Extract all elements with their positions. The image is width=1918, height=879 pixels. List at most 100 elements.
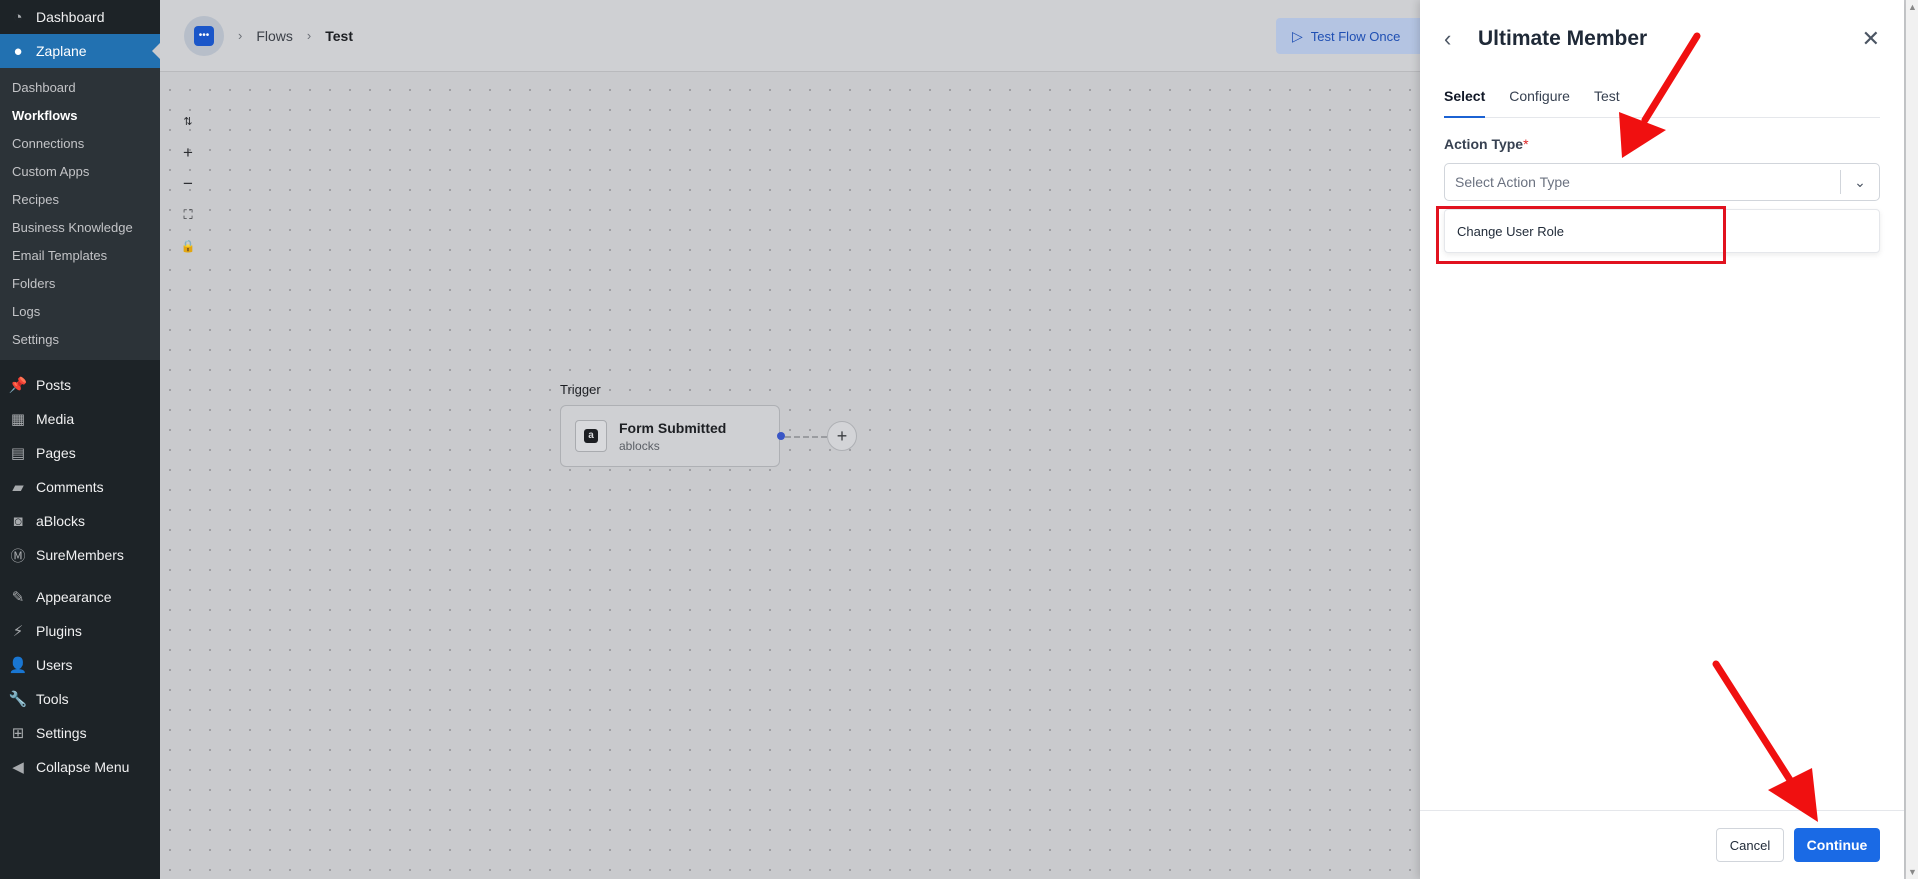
page-scrollbar[interactable]: ▲ ▼	[1906, 0, 1918, 879]
submenu-email-templates[interactable]: Email Templates	[0, 242, 160, 270]
play-icon: ▷	[1292, 27, 1303, 44]
flow-topbar: ••• › Flows › Test ▷ Test Flow Once	[160, 0, 1426, 72]
zaplane-icon: ●	[13, 42, 23, 60]
collapse-icon: ◀	[12, 759, 24, 776]
action-type-placeholder: Select Action Type	[1455, 174, 1570, 190]
wp-menu-settings[interactable]: ⊞ Settings	[0, 716, 160, 750]
ablocks-icon: ◙	[13, 512, 23, 530]
submenu-logs[interactable]: Logs	[0, 298, 160, 326]
submenu-workflows[interactable]: Workflows	[0, 102, 160, 130]
wp-menu-posts[interactable]: 📌 Posts	[0, 368, 160, 402]
brush-icon: ✎	[11, 589, 25, 606]
suremembers-icon: Ⓜ	[10, 547, 26, 565]
panel-tabs: Select Configure Test	[1444, 84, 1880, 118]
breadcrumb-current: Test	[325, 27, 353, 44]
user-icon: 👤	[8, 657, 28, 674]
plus-icon: +	[836, 425, 848, 446]
cancel-button[interactable]: Cancel	[1716, 828, 1784, 862]
trigger-subtitle: ablocks	[619, 438, 660, 453]
wp-menu-dashboard[interactable]: ◔ Dashboard	[0, 0, 160, 34]
chevron-right-icon: ›	[306, 28, 312, 43]
panel-footer: Cancel Continue	[1420, 810, 1904, 879]
submenu-dashboard[interactable]: Dashboard	[0, 74, 160, 102]
wp-menu-comments[interactable]: ▰ Comments	[0, 470, 160, 504]
wp-menu-ablocks[interactable]: ◙ aBlocks	[0, 504, 160, 538]
wp-menu-label: SureMembers	[36, 547, 124, 563]
action-type-label-text: Action Type	[1444, 136, 1524, 152]
chevron-left-icon[interactable]: ‹	[1444, 26, 1468, 52]
action-type-label: Action Type*	[1444, 136, 1529, 152]
ablocks-icon: a	[575, 420, 607, 452]
canvas-tools: ⇅ + − ⛶ 🔒	[178, 106, 198, 261]
scroll-down-icon[interactable]: ▼	[1908, 867, 1917, 877]
test-flow-once-button[interactable]: ▷ Test Flow Once	[1276, 18, 1426, 54]
swap-direction-icon[interactable]: ⇅	[183, 106, 192, 137]
tab-select[interactable]: Select	[1444, 84, 1486, 118]
tab-test[interactable]: Test	[1594, 84, 1620, 118]
wp-menu-label: Media	[36, 411, 75, 427]
wp-menu-media[interactable]: ▦ Media	[0, 402, 160, 436]
wp-menu-collapse[interactable]: ◀ Collapse Menu	[0, 750, 160, 784]
wrench-icon: 🔧	[8, 691, 28, 708]
required-mark: *	[1523, 136, 1529, 152]
wp-menu-label: Appearance	[36, 589, 112, 605]
wp-menu-label: Posts	[36, 377, 72, 393]
trigger-node[interactable]: a Form Submitted ablocks	[560, 405, 780, 467]
wp-menu-plugins[interactable]: ⚡ Plugins	[0, 614, 160, 648]
wp-menu-label: Comments	[36, 479, 104, 495]
fit-view-icon[interactable]: ⛶	[183, 199, 192, 230]
zoom-in-icon[interactable]: +	[183, 137, 193, 168]
submenu-custom-apps[interactable]: Custom Apps	[0, 158, 160, 186]
continue-button[interactable]: Continue	[1794, 828, 1880, 862]
chevron-down-icon[interactable]: ⌄	[1841, 174, 1879, 191]
wp-menu-users[interactable]: 👤 Users	[0, 648, 160, 682]
wp-admin-sidebar: ◔ Dashboard ● Zaplane Dashboard Workflow…	[0, 0, 160, 879]
test-flow-once-label: Test Flow Once	[1310, 28, 1401, 44]
lock-icon[interactable]: 🔒	[181, 230, 196, 261]
wp-menu-label: Dashboard	[36, 9, 105, 25]
action-config-panel: ‹ Ultimate Member ✕ Select Configure Tes…	[1420, 0, 1904, 879]
zoom-out-icon[interactable]: −	[183, 168, 193, 199]
add-step-button[interactable]: +	[827, 421, 857, 451]
close-icon[interactable]: ✕	[1862, 26, 1880, 52]
scroll-up-icon[interactable]: ▲	[1908, 2, 1917, 12]
breadcrumb-flows[interactable]: Flows	[256, 28, 293, 44]
wp-menu-appearance[interactable]: ✎ Appearance	[0, 580, 160, 614]
zaplane-submenu: Dashboard Workflows Connections Custom A…	[0, 68, 160, 360]
wp-menu-label: Plugins	[36, 623, 82, 639]
wp-menu-label: aBlocks	[36, 513, 86, 529]
wp-menu-label: Pages	[36, 445, 76, 461]
app-logo[interactable]: •••	[184, 15, 224, 56]
wp-menu-label: Users	[36, 657, 73, 673]
wp-menu-label: Tools	[36, 691, 69, 707]
trigger-title: Form Submitted	[619, 419, 727, 436]
pin-icon: 📌	[8, 377, 28, 394]
wp-menu-suremembers[interactable]: Ⓜ SureMembers	[0, 538, 160, 572]
submenu-recipes[interactable]: Recipes	[0, 186, 160, 214]
plug-icon: ⚡	[12, 623, 24, 640]
panel-title: Ultimate Member	[1478, 27, 1648, 50]
trigger-label: Trigger	[560, 382, 601, 397]
dashboard-icon: ◔	[13, 8, 23, 26]
wp-menu-tools[interactable]: 🔧 Tools	[0, 682, 160, 716]
pages-icon: ▤	[10, 445, 26, 462]
wp-menu-label: Zaplane	[36, 43, 87, 59]
panel-header: ‹ Ultimate Member ✕	[1444, 24, 1880, 54]
wp-menu-pages[interactable]: ▤ Pages	[0, 436, 160, 470]
wp-menu-label: Collapse Menu	[36, 759, 130, 775]
media-icon: ▦	[10, 411, 26, 428]
submenu-connections[interactable]: Connections	[0, 130, 160, 158]
settings-icon: ⊞	[11, 725, 25, 742]
submenu-settings[interactable]: Settings	[0, 326, 160, 354]
action-type-select[interactable]: Select Action Type ⌄	[1444, 163, 1880, 201]
node-connector-line	[785, 436, 827, 438]
node-connector-handle[interactable]	[777, 432, 785, 440]
annotation-highlight-box	[1436, 206, 1726, 264]
submenu-business-knowledge[interactable]: Business Knowledge	[0, 214, 160, 242]
wp-menu-label: Settings	[36, 725, 87, 741]
chevron-right-icon: ›	[238, 28, 243, 43]
zaplane-logo-icon: •••	[194, 25, 214, 46]
wp-menu-zaplane[interactable]: ● Zaplane	[0, 34, 160, 68]
tab-configure[interactable]: Configure	[1509, 84, 1570, 118]
submenu-folders[interactable]: Folders	[0, 270, 160, 298]
